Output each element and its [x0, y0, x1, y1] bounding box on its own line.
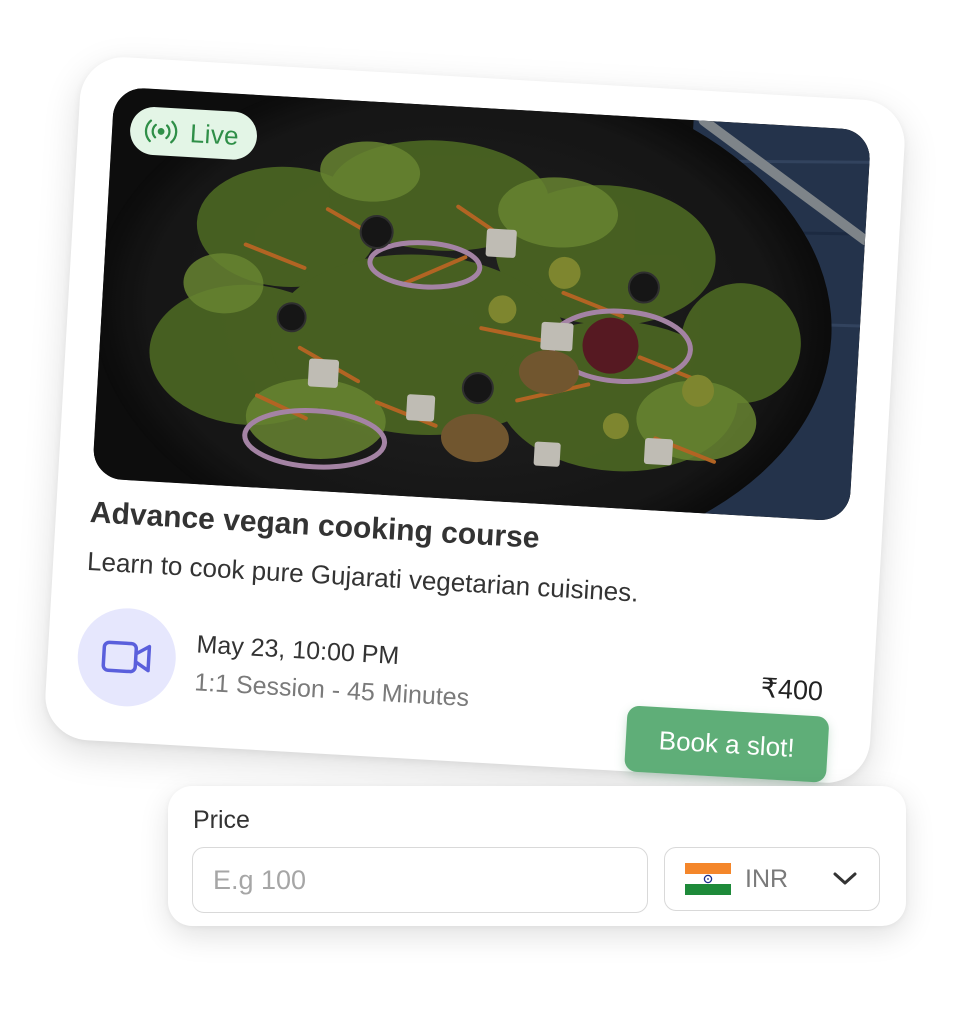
video-camera-icon [101, 640, 152, 674]
price-form: Price INR [168, 786, 906, 926]
course-image: Live [92, 86, 872, 522]
india-flag-icon [685, 863, 731, 896]
session-duration: 1:1 Session - 45 Minutes [193, 668, 470, 713]
live-badge-label: Live [189, 117, 240, 151]
course-card[interactable]: Live Advance vegan cooking course Learn … [42, 54, 908, 786]
book-slot-button[interactable]: Book a slot! [624, 705, 830, 783]
currency-code: INR [745, 864, 789, 893]
course-description: Learn to cook pure Gujarati vegetarian c… [86, 545, 640, 608]
price-label: Price [193, 806, 250, 834]
session-datetime: May 23, 10:00 PM [195, 630, 400, 671]
broadcast-icon [143, 114, 179, 150]
course-title: Advance vegan cooking course [89, 496, 541, 555]
session-type-badge [75, 605, 179, 710]
live-badge: Live [128, 105, 259, 161]
course-price: ₹400 [759, 672, 824, 707]
currency-select[interactable]: INR [664, 847, 880, 911]
price-input[interactable] [192, 847, 648, 913]
chevron-down-icon [831, 865, 859, 893]
